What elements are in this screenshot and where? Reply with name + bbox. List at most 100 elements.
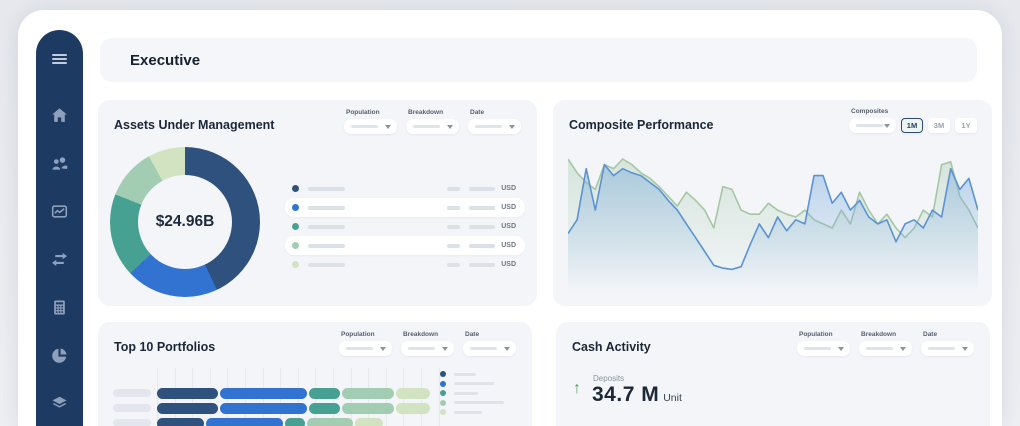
legend-dot xyxy=(440,390,446,396)
bar-segment xyxy=(355,418,383,426)
range-button-3m[interactable]: 3M xyxy=(928,118,950,133)
filter-date-label: Date xyxy=(923,331,974,338)
portfolio-stacked-bar xyxy=(157,388,430,399)
breakdown-select[interactable] xyxy=(406,119,459,134)
legend-dot xyxy=(292,242,299,249)
home-icon[interactable] xyxy=(51,107,68,124)
aum-title: Assets Under Management xyxy=(114,118,274,132)
pie-allocation-icon[interactable] xyxy=(51,347,68,364)
filter-population: Population xyxy=(339,331,392,356)
range-button-1m[interactable]: 1M xyxy=(901,118,923,133)
bar-segment xyxy=(396,403,430,414)
aum-legend-row: USD xyxy=(285,236,525,255)
date-select[interactable] xyxy=(921,341,974,356)
legend-dot xyxy=(292,223,299,230)
filter-breakdown: Breakdown xyxy=(406,109,459,134)
legend-amount-placeholder xyxy=(469,244,495,248)
transfers-icon[interactable] xyxy=(51,251,68,268)
breakdown-select[interactable] xyxy=(401,341,454,356)
filter-population: Population xyxy=(344,109,397,134)
calculator-icon[interactable] xyxy=(51,299,68,316)
aum-donut-chart: $24.96B xyxy=(110,147,260,297)
card-cash-activity: Cash Activity Population Breakdown Date … xyxy=(556,322,990,426)
portfolio-stacked-bar xyxy=(157,418,383,426)
legend-dot xyxy=(440,381,446,387)
filter-breakdown: Breakdown xyxy=(401,331,454,356)
legend-label-placeholder xyxy=(454,373,476,376)
top10-legend-item xyxy=(440,400,504,406)
population-select[interactable] xyxy=(797,341,850,356)
filter-breakdown-label: Breakdown xyxy=(403,331,454,338)
legend-label-placeholder xyxy=(454,382,494,385)
legend-name-placeholder xyxy=(308,263,345,267)
chevron-down-icon xyxy=(380,347,386,351)
select-placeholder xyxy=(866,347,893,350)
top10-legend-item xyxy=(440,409,482,415)
deposits-up-arrow-icon: ↑ xyxy=(573,380,581,398)
select-placeholder xyxy=(346,347,373,350)
card-composite-performance: Composite Performance Composites 1M3M1Y xyxy=(553,100,992,306)
composite-controls: Composites 1M3M1Y xyxy=(849,108,977,133)
filter-population-label: Population xyxy=(346,109,397,116)
filter-date: Date xyxy=(468,109,521,134)
filter-date-label: Date xyxy=(470,109,521,116)
aum-total-value: $24.96B xyxy=(156,213,215,231)
sidebar xyxy=(36,30,83,426)
date-select[interactable] xyxy=(463,341,516,356)
chevron-down-icon xyxy=(962,347,968,351)
bar-segment xyxy=(309,403,340,414)
layers-icon[interactable] xyxy=(51,395,68,412)
bar-segment xyxy=(157,388,218,399)
composites-select[interactable] xyxy=(849,118,896,133)
filter-date: Date xyxy=(921,331,974,356)
legend-currency: USD xyxy=(501,261,516,268)
bar-segment xyxy=(307,418,353,426)
composite-area-chart xyxy=(568,140,978,295)
legend-label-placeholder xyxy=(454,411,482,414)
aum-donut-hole: $24.96B xyxy=(138,175,232,269)
legend-amount-placeholder xyxy=(469,263,495,267)
select-placeholder xyxy=(856,124,883,127)
aum-filters: Population Breakdown Date xyxy=(344,109,521,134)
top10-legend-item xyxy=(440,390,478,396)
bar-segment xyxy=(157,418,204,426)
legend-name-placeholder xyxy=(308,206,345,210)
range-button-1y[interactable]: 1Y xyxy=(955,118,977,133)
legend-name-placeholder xyxy=(308,244,345,248)
population-select[interactable] xyxy=(339,341,392,356)
clients-icon[interactable] xyxy=(51,155,68,172)
chevron-down-icon xyxy=(447,125,453,129)
select-placeholder xyxy=(475,125,502,128)
legend-amount-placeholder xyxy=(469,187,495,191)
cash-filters: Population Breakdown Date xyxy=(797,331,974,356)
legend-label-placeholder xyxy=(454,401,504,404)
page-title: Executive xyxy=(130,52,200,69)
chevron-down-icon xyxy=(838,347,844,351)
legend-dot xyxy=(440,409,446,415)
aum-legend-row: USD xyxy=(285,255,525,274)
portfolio-label-placeholder xyxy=(113,404,151,412)
legend-label-placeholder xyxy=(454,392,478,395)
bar-segment xyxy=(342,403,394,414)
date-select[interactable] xyxy=(468,119,521,134)
legend-amount-placeholder xyxy=(469,206,495,210)
range-button-group: 1M 3M 1Y xyxy=(901,118,977,133)
filter-date-label: Date xyxy=(465,331,516,338)
portfolio-label-placeholder xyxy=(113,389,151,397)
select-placeholder xyxy=(804,347,831,350)
population-select[interactable] xyxy=(344,119,397,134)
bar-segment xyxy=(285,418,305,426)
chevron-down-icon xyxy=(504,347,510,351)
legend-currency: USD xyxy=(501,204,516,211)
breakdown-select[interactable] xyxy=(859,341,912,356)
bar-segment xyxy=(396,388,430,399)
deposits-stat: 34.7 M Unit xyxy=(592,383,682,407)
page-header: Executive xyxy=(100,38,977,82)
bar-segment xyxy=(206,418,283,426)
portfolio-chart-icon[interactable] xyxy=(51,203,68,220)
menu-icon[interactable] xyxy=(51,50,68,67)
top10-legend-item xyxy=(440,381,494,387)
filter-population-label: Population xyxy=(341,331,392,338)
aum-legend-row: USD xyxy=(285,179,525,198)
chevron-down-icon xyxy=(509,125,515,129)
